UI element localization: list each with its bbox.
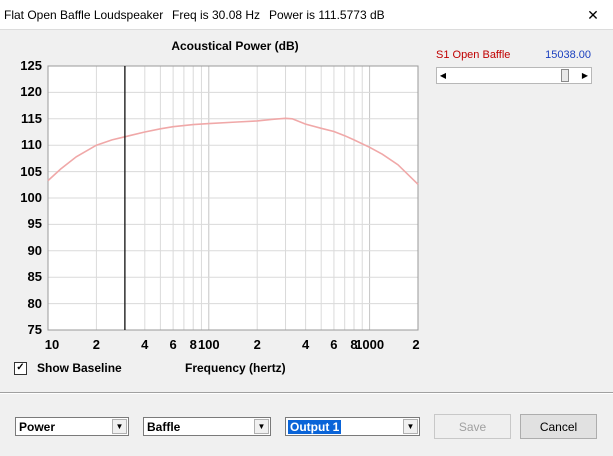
show-baseline-row[interactable]: ✓ Show Baseline <box>14 361 122 375</box>
output-select-dropdown[interactable]: ▼ <box>403 419 418 434</box>
output-select-value: Output 1 <box>286 419 343 435</box>
y-tick-label: 80 <box>27 295 42 311</box>
x-tick-label: 6 <box>330 337 338 352</box>
slider-right-arrow[interactable]: ▶ <box>579 68 591 83</box>
x-tick-label: 10 <box>44 337 60 352</box>
x-tick-label: 8 <box>189 337 197 352</box>
window-title: Flat Open Baffle Loudspeaker <box>4 8 164 22</box>
arrow-right-icon: ▶ <box>581 71 589 80</box>
y-tick-label: 120 <box>20 84 42 100</box>
y-tick-label: 85 <box>27 269 42 285</box>
plot-area <box>48 66 418 330</box>
output-select[interactable]: Output 1 ▼ <box>285 417 420 436</box>
power-readout: Power is 111.5773 dB <box>269 8 385 22</box>
y-tick-label: 75 <box>27 322 42 337</box>
y-tick-label: 125 <box>20 58 42 73</box>
y-tick-label: 115 <box>21 110 42 126</box>
baffle-select-dropdown[interactable]: ▼ <box>254 419 269 434</box>
slider-value: 15038.00 <box>545 49 591 61</box>
y-tick-label: 110 <box>21 137 42 153</box>
chevron-down-icon: ▼ <box>257 422 266 431</box>
close-button[interactable]: ✕ <box>579 4 607 26</box>
slider-left-arrow[interactable]: ◀ <box>437 68 449 83</box>
x-tick-label: 1000 <box>355 337 385 352</box>
x-axis-label: Frequency (hertz) <box>185 361 286 375</box>
x-tick-label: 2 <box>92 337 101 352</box>
chart-title: Acoustical Power (dB) <box>171 39 299 53</box>
slider-thumb[interactable] <box>561 69 570 82</box>
y-tick-label: 90 <box>27 242 42 258</box>
y-tick-label: 105 <box>20 163 42 179</box>
chevron-down-icon: ▼ <box>115 422 124 431</box>
title-bar: Flat Open Baffle Loudspeaker Freq is 30.… <box>0 0 613 30</box>
x-tick-label: 4 <box>301 337 310 352</box>
chevron-down-icon: ▼ <box>406 422 415 431</box>
plot-border <box>47 65 419 331</box>
slider-label: S1 Open Baffle <box>436 49 511 61</box>
baffle-select[interactable]: Baffle ▼ <box>143 417 271 436</box>
power-curve-line <box>47 117 419 185</box>
frequency-readout: Freq is 30.08 Hz <box>172 8 261 22</box>
power-select[interactable]: Power ▼ <box>15 417 129 436</box>
show-baseline-checkbox[interactable]: ✓ <box>14 361 27 375</box>
save-button[interactable]: Save <box>434 414 511 439</box>
x-tick-label: 2 <box>412 337 420 352</box>
power-select-value: Power <box>19 420 56 434</box>
y-tick-label: 100 <box>20 190 42 205</box>
show-baseline-label: Show Baseline <box>37 361 122 375</box>
close-icon: ✕ <box>587 6 599 23</box>
x-tick-label: 2 <box>253 337 261 352</box>
arrow-left-icon: ◀ <box>439 71 447 80</box>
x-tick-label: 6 <box>169 337 177 352</box>
baffle-select-value: Baffle <box>147 420 181 434</box>
divider <box>0 392 613 394</box>
y-tick-label: 95 <box>27 216 42 232</box>
cancel-button[interactable]: Cancel <box>520 414 597 439</box>
x-tick-label: 100 <box>197 337 220 352</box>
x-tick-label: 4 <box>141 337 149 352</box>
check-icon: ✓ <box>16 362 25 373</box>
power-select-dropdown[interactable]: ▼ <box>112 419 127 434</box>
parameter-slider[interactable]: ◀ ▶ <box>436 67 592 84</box>
